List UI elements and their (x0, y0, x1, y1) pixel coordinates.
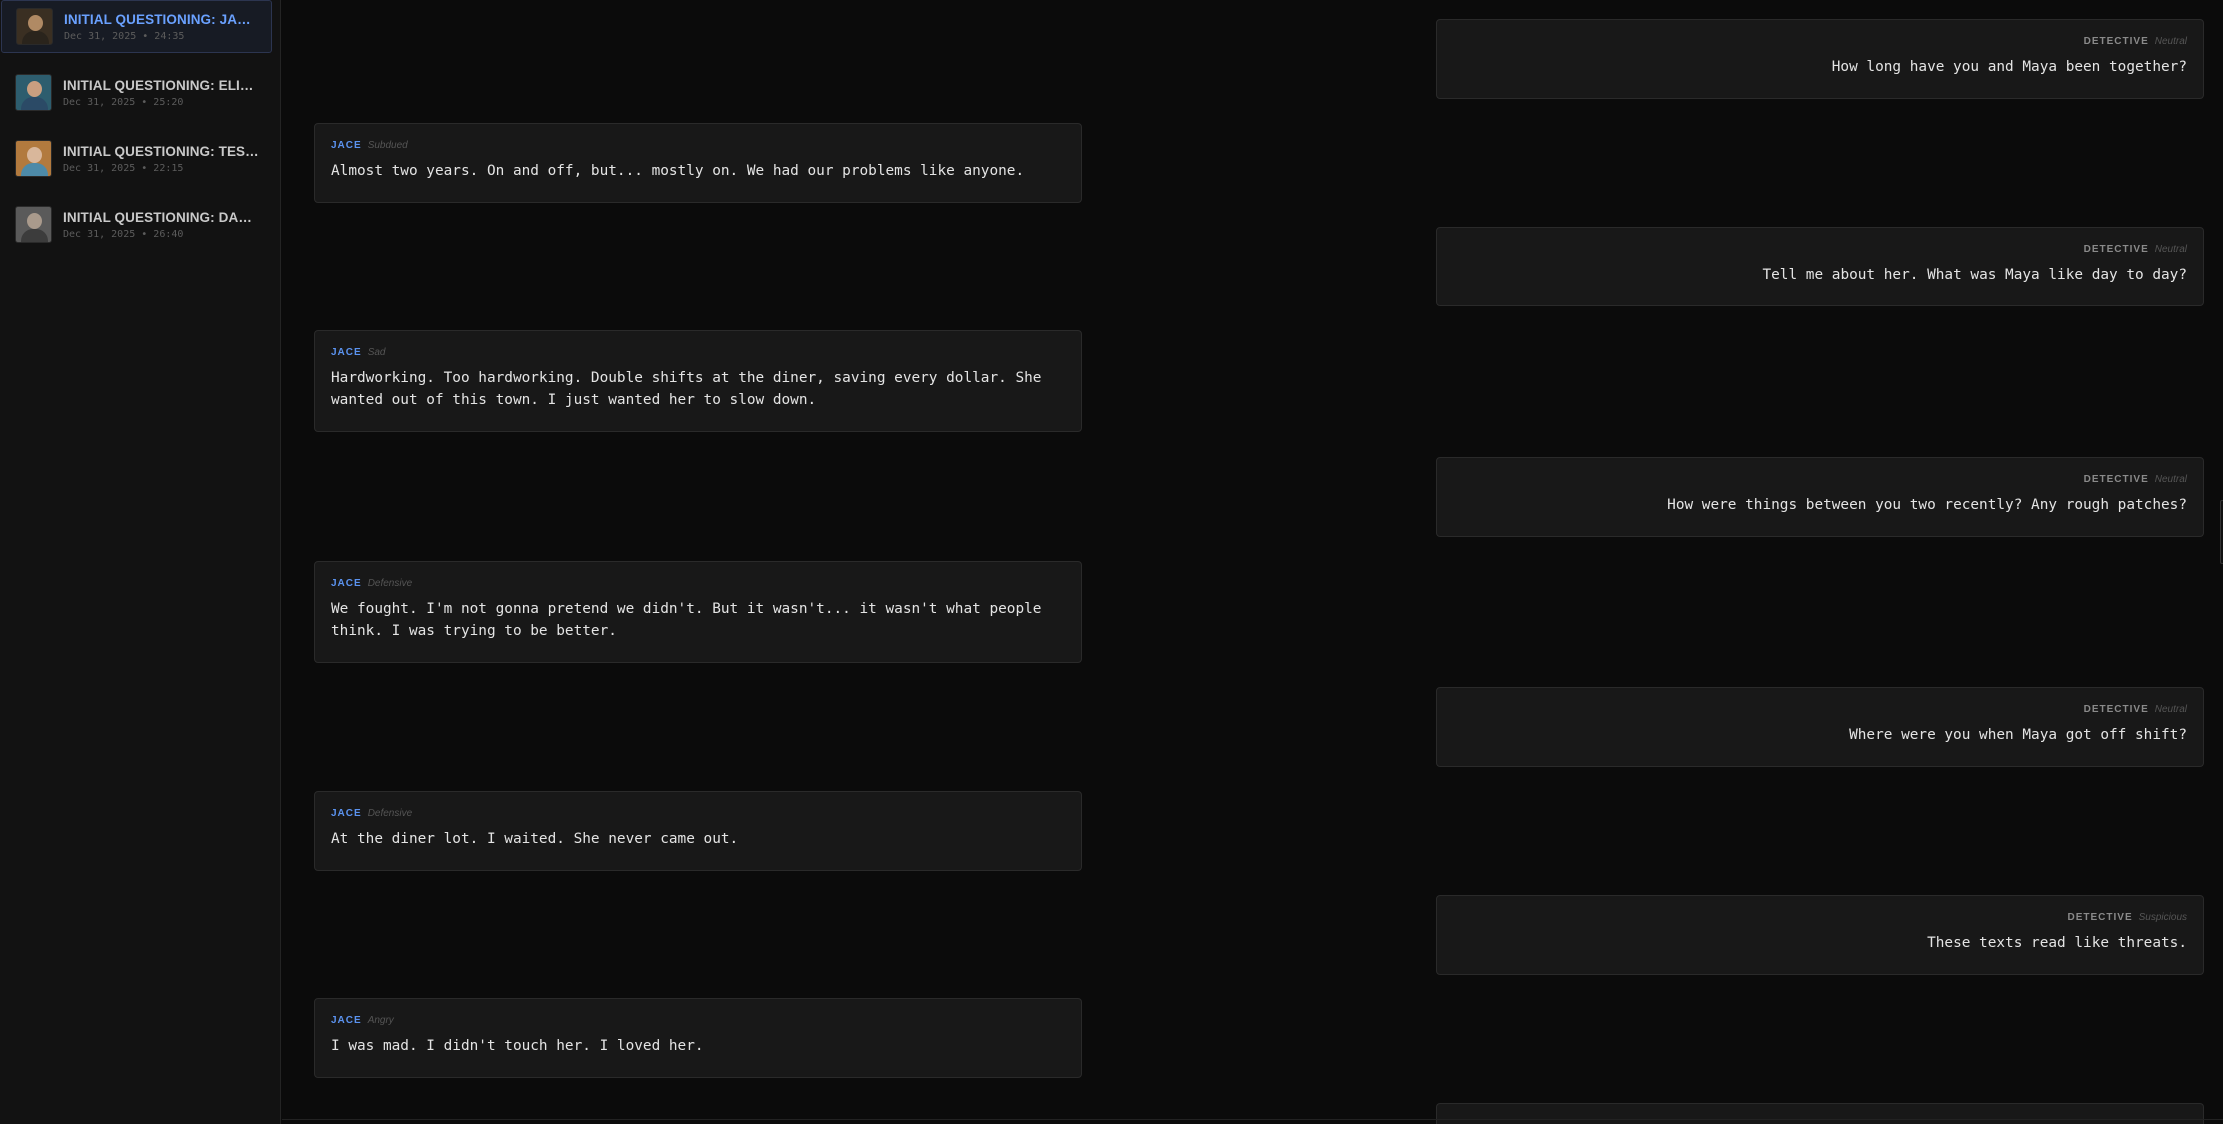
detective-message-partial (1436, 1103, 2204, 1124)
speaker-label: JACE (331, 1015, 362, 1026)
mood-label: Defensive (367, 808, 413, 819)
session-sidebar: INITIAL QUESTIONING: JACE M... Dec 31, 2… (0, 0, 281, 1124)
mood-label: Neutral (2154, 36, 2187, 47)
message-text: Tell me about her. What was Maya like da… (1762, 267, 2187, 283)
session-timestamp: Dec 31, 2025 • 24:35 (64, 30, 185, 42)
mood-label: Defensive (367, 578, 413, 589)
message-text: Where were you when Maya got off shift? (1849, 727, 2187, 743)
mood-label: Neutral (2154, 704, 2187, 715)
session-timestamp: Dec 31, 2025 • 25:20 (63, 96, 184, 108)
session-timestamp: Dec 31, 2025 • 26:40 (63, 228, 184, 240)
message-text: Hardworking. Too hardworking. Double shi… (331, 370, 1042, 408)
mood-label: Suspicious (2138, 912, 2187, 923)
session-timestamp: Dec 31, 2025 • 22:15 (63, 162, 184, 174)
detective-message: DETECTIVE Neutral Tell me about her. What… (1436, 227, 2204, 306)
mood-label: Sad (367, 347, 386, 358)
detective-message: DETECTIVE Neutral How were things between… (1436, 457, 2204, 537)
message-text: How were things between you two recently… (1667, 497, 2187, 513)
detective-message: DETECTIVE Neutral How long have you and M… (1436, 19, 2204, 99)
message-text: Almost two years. On and off, but... mos… (331, 163, 1025, 179)
session-item-dale[interactable]: INITIAL QUESTIONING: DALE W... Dec 31, 2… (1, 198, 272, 251)
session-title: INITIAL QUESTIONING: TESSA ... (63, 143, 259, 159)
speaker-label: JACE (331, 808, 362, 819)
speaker-label: JACE (331, 578, 362, 589)
speaker-label: DETECTIVE (2083, 474, 2149, 485)
message-text: We fought. I'm not gonna pretend we didn… (331, 601, 1042, 639)
mood-label: Neutral (2154, 474, 2187, 485)
speaker-label: DETECTIVE (2067, 912, 2133, 923)
jace-message: JACE Subdued Almost two years. On and off… (314, 123, 1082, 203)
suspect-avatar-elias (15, 74, 52, 111)
suspect-avatar-dale (15, 206, 52, 243)
suspect-avatar-tessa (15, 140, 52, 177)
transcript-bottom-divider (282, 1119, 2223, 1120)
detective-message: DETECTIVE Neutral Where were you when May… (1436, 687, 2204, 767)
speaker-label: JACE (331, 347, 362, 358)
speaker-label: JACE (331, 140, 362, 151)
interrogation-transcript[interactable]: DETECTIVE Neutral How long have you and M… (282, 0, 2223, 1124)
suspect-avatar-jace (16, 8, 53, 45)
jace-message: JACE Defensive We fought. I'm not gonna p… (314, 561, 1082, 663)
session-item-elias[interactable]: INITIAL QUESTIONING: ELIAS R... Dec 31, … (1, 66, 272, 119)
jace-message: JACE Sad Hardworking. Too hardworking. Do… (314, 330, 1082, 432)
mood-label: Angry (367, 1015, 394, 1026)
detective-message: DETECTIVE Suspicious These texts read lik… (1436, 895, 2204, 975)
session-item-tessa[interactable]: INITIAL QUESTIONING: TESSA ... Dec 31, 2… (1, 132, 272, 185)
session-title: INITIAL QUESTIONING: DALE W... (63, 209, 259, 225)
session-title: INITIAL QUESTIONING: JACE M... (64, 11, 260, 27)
message-text: These texts read like threats. (1927, 935, 2187, 951)
message-text: At the diner lot. I waited. She never ca… (331, 831, 739, 847)
jace-message: JACE Defensive At the diner lot. I waited… (314, 791, 1082, 871)
speaker-label: DETECTIVE (2083, 704, 2149, 715)
session-title: INITIAL QUESTIONING: ELIAS R... (63, 77, 259, 93)
mood-label: Subdued (367, 140, 408, 151)
speaker-label: DETECTIVE (2083, 36, 2149, 47)
session-item-jace[interactable]: INITIAL QUESTIONING: JACE M... Dec 31, 2… (1, 0, 272, 53)
jace-message: JACE Angry I was mad. I didn't touch her.… (314, 998, 1082, 1078)
mood-label: Neutral (2154, 244, 2187, 255)
message-text: How long have you and Maya been together… (1831, 59, 2187, 75)
message-text: I was mad. I didn't touch her. I loved h… (331, 1038, 704, 1054)
speaker-label: DETECTIVE (2083, 244, 2149, 255)
